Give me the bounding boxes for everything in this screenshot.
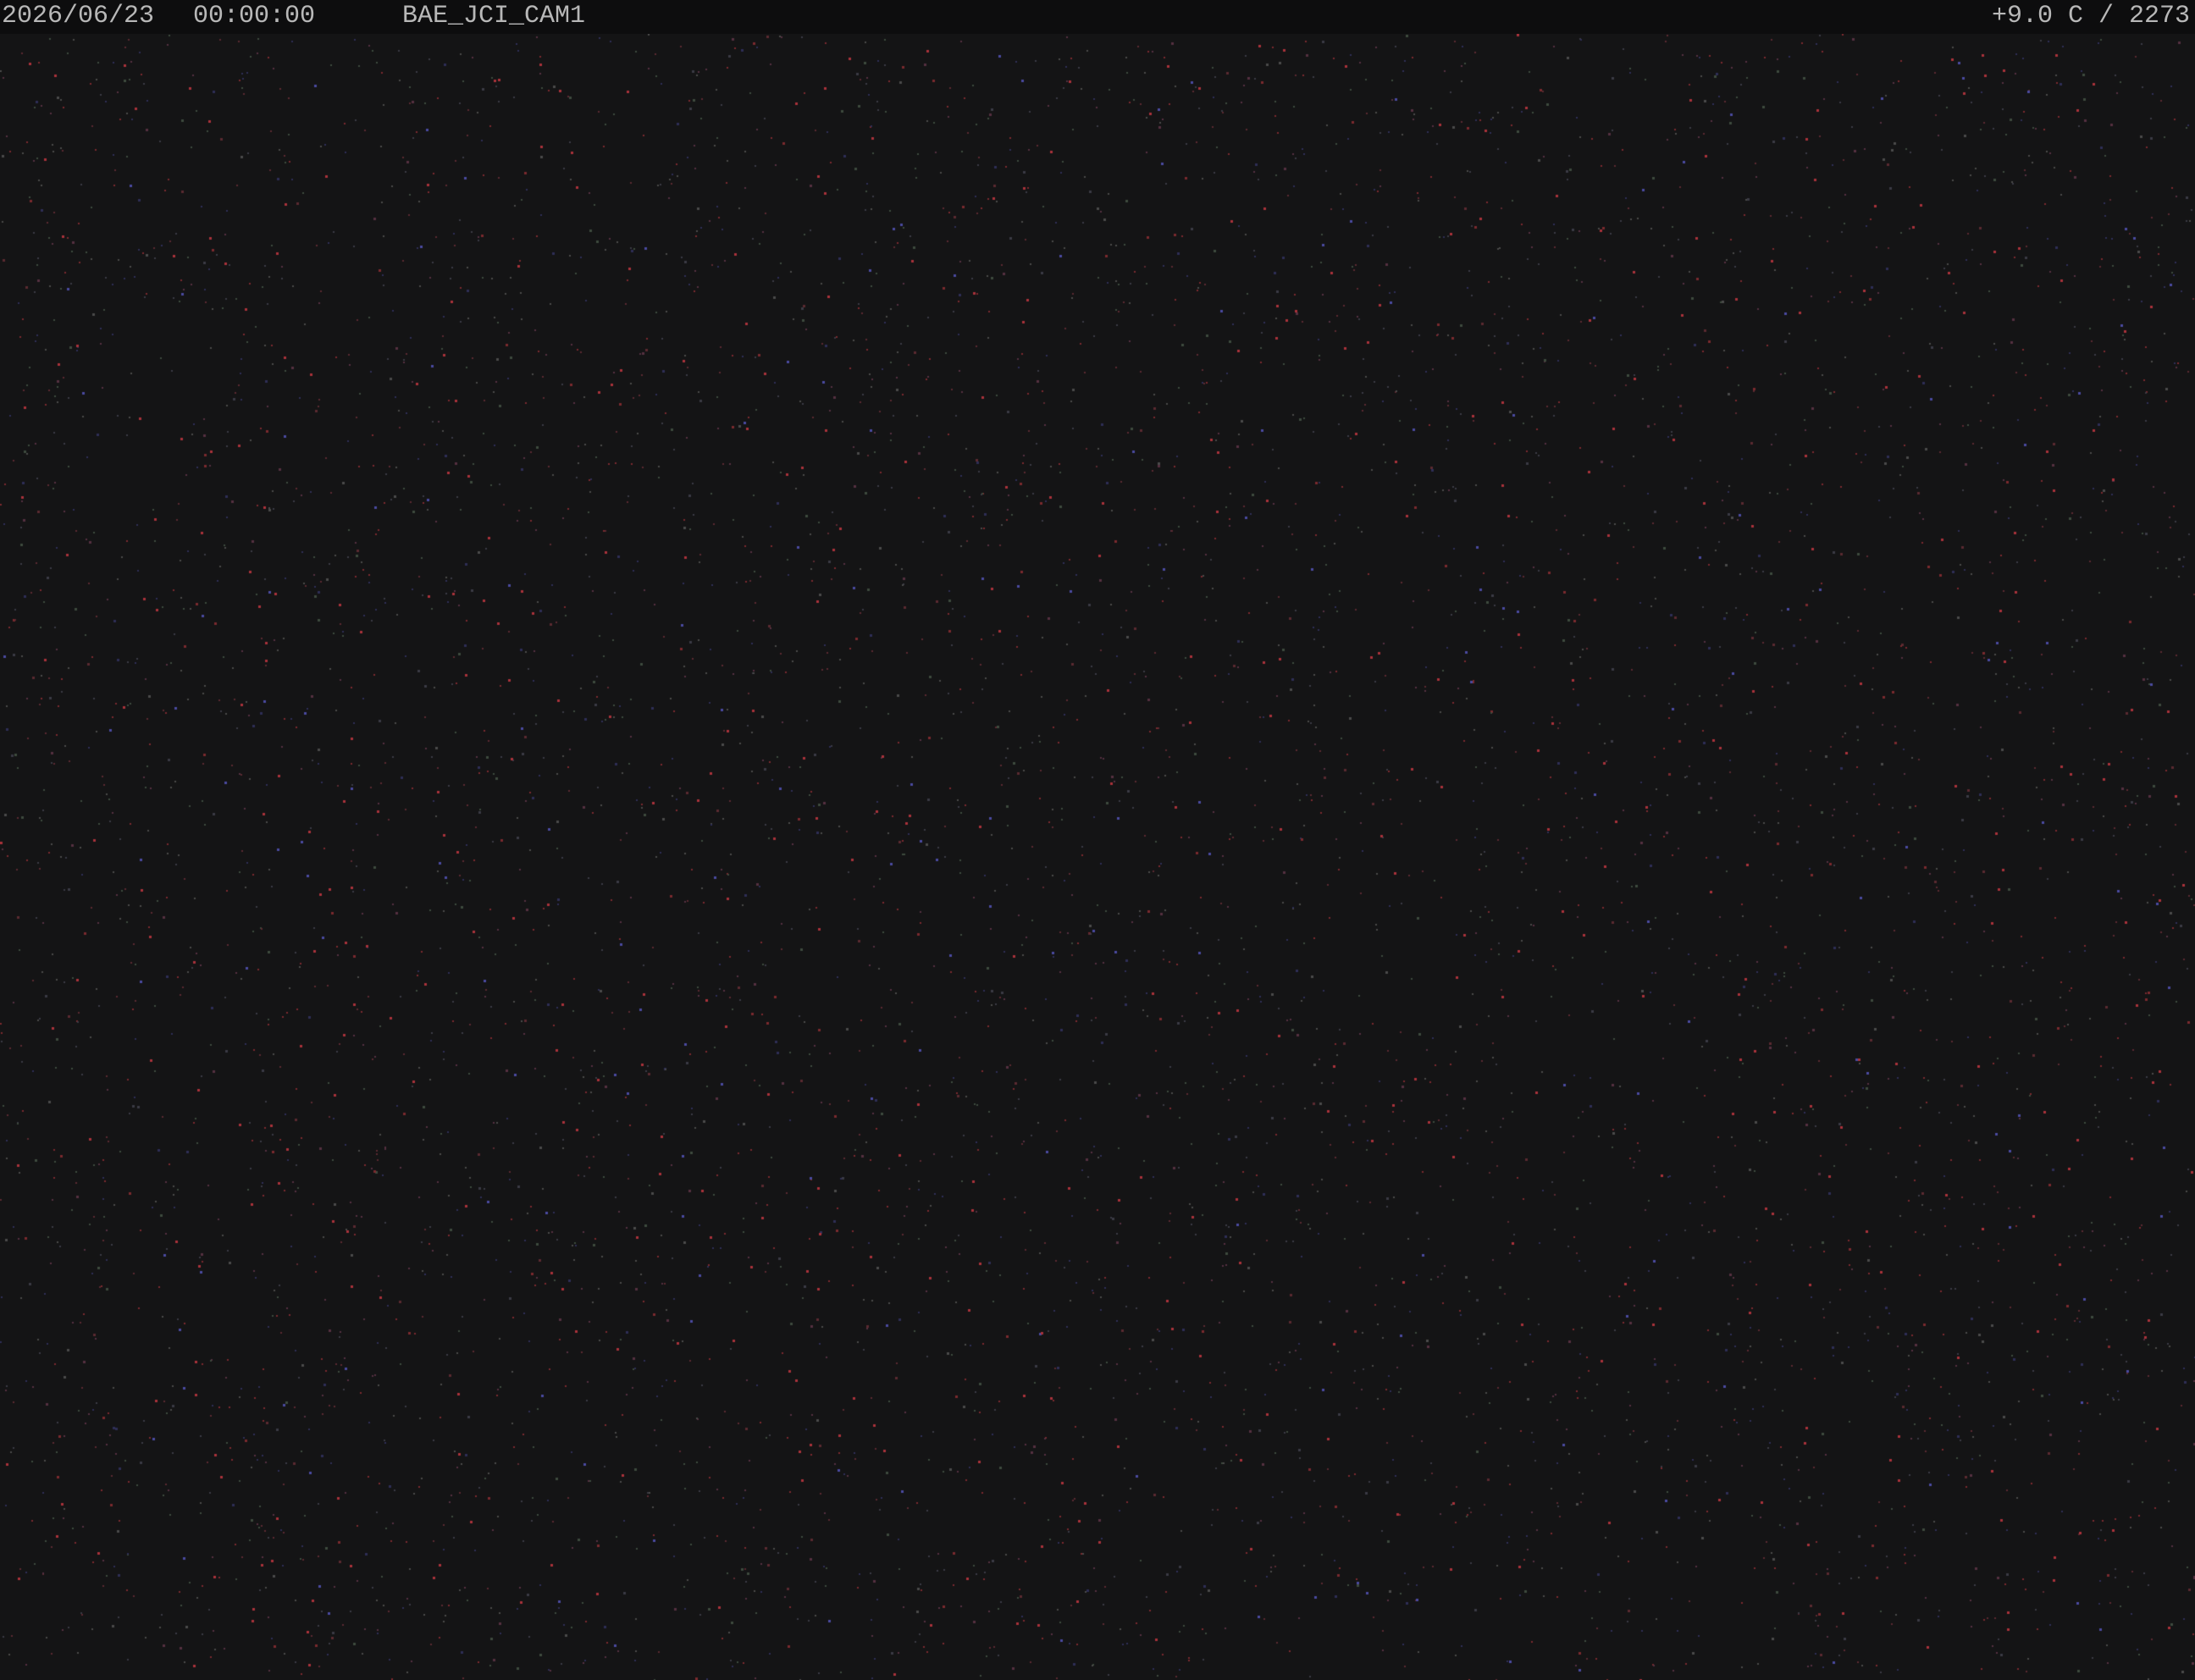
osd-overlay-bar: 2026/06/23 00:00:00 BAE_JCI_CAM1 +9.0 C … [0,0,2195,34]
osd-date: 2026/06/23 [2,2,155,30]
osd-camera-id: BAE_JCI_CAM1 [402,2,586,30]
night-sky-image [0,0,2195,1680]
osd-temperature: +9.0 C / 2273 [1991,2,2190,30]
osd-time: 00:00:00 [193,2,316,30]
camera-frame: 2026/06/23 00:00:00 BAE_JCI_CAM1 +9.0 C … [0,0,2195,1680]
